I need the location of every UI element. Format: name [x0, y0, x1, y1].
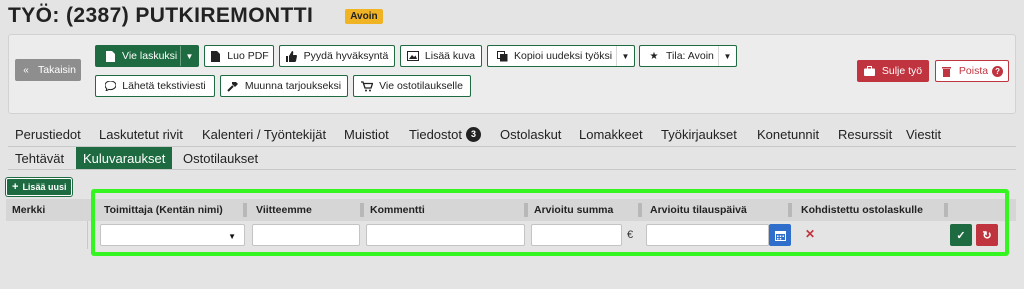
- merkki-column-cell: [6, 221, 88, 249]
- double-chevron-left-icon: «: [23, 64, 29, 76]
- star-icon: ★: [649, 50, 659, 62]
- tab-lomakkeet[interactable]: Lomakkeet: [572, 123, 650, 145]
- back-button[interactable]: « Takaisin: [15, 59, 81, 81]
- file-icon: [104, 50, 116, 62]
- add-new-button[interactable]: + Lisää uusi: [6, 178, 73, 196]
- cart-icon: [361, 80, 374, 92]
- help-icon: ?: [992, 65, 1004, 77]
- plus-icon: +: [12, 181, 19, 193]
- tab-tyokirjaukset[interactable]: Työkirjaukset: [654, 123, 744, 145]
- status-badge: Avoin: [345, 8, 383, 24]
- create-pdf-button[interactable]: Luo PDF: [204, 45, 274, 67]
- tab-kalenteri-tyontekijat[interactable]: Kalenteri / Työntekijät: [195, 123, 333, 145]
- tab-tehtavat[interactable]: Tehtävät: [8, 147, 71, 169]
- image-icon: [406, 50, 419, 62]
- tab-ostotilaukset[interactable]: Ostotilaukset: [176, 147, 265, 169]
- tab-laskutetut-rivit[interactable]: Laskutetut rivit: [92, 123, 190, 145]
- add-image-button[interactable]: Lisää kuva: [400, 45, 482, 67]
- copy-icon: [496, 50, 508, 62]
- file-icon: [209, 50, 221, 62]
- tab-resurssit[interactable]: Resurssit: [831, 123, 899, 145]
- export-invoice-button[interactable]: Vie laskuksi ▼: [95, 45, 199, 67]
- briefcase-icon: [864, 65, 876, 77]
- highlight-frame: [91, 189, 1009, 256]
- tab-tiedostot[interactable]: Tiedostot 3: [402, 123, 488, 145]
- convert-offer-button[interactable]: Muunna tarjoukseksi: [220, 75, 348, 97]
- close-job-button[interactable]: Sulje työ: [857, 60, 929, 82]
- tab-kuluvaraukset[interactable]: Kuluvaraukset: [76, 147, 173, 169]
- chat-icon: [104, 80, 116, 92]
- delete-button[interactable]: Poista ?: [935, 60, 1009, 82]
- tab-viestit[interactable]: Viestit: [899, 123, 948, 145]
- send-sms-button[interactable]: Lähetä tekstiviesti: [95, 75, 215, 97]
- column-header-merkki: Merkki: [12, 204, 46, 216]
- tab-ostolaskut[interactable]: Ostolaskut: [493, 123, 568, 145]
- thumbs-up-icon: [286, 50, 298, 62]
- state-dropdown-button[interactable]: ★ Tila: Avoin ▼: [639, 45, 737, 67]
- tab-konetunnit[interactable]: Konetunnit: [750, 123, 826, 145]
- export-purchase-order-button[interactable]: Vie ostotilaukselle: [353, 75, 471, 97]
- tab-perustiedot[interactable]: Perustiedot: [8, 123, 88, 145]
- chevron-down-icon[interactable]: ▼: [718, 46, 736, 66]
- action-toolbar: « Takaisin Vie laskuksi ▼ Luo PDF Pyydä …: [8, 34, 1016, 114]
- tab-muistiot[interactable]: Muistiot: [337, 123, 396, 145]
- page-header: TYÖ: (2387) PUTKIREMONTTI Avoin: [8, 4, 383, 28]
- request-approval-button[interactable]: Pyydä hyväksyntä: [279, 45, 395, 67]
- page-title: TYÖ: (2387) PUTKIREMONTTI: [8, 4, 314, 27]
- copy-new-job-button[interactable]: Kopioi uudeksi työksi ▼: [487, 45, 635, 67]
- hammer-icon: [227, 80, 239, 92]
- file-count-badge: 3: [466, 126, 481, 142]
- chevron-down-icon[interactable]: ▼: [616, 46, 634, 66]
- tab-divider: [8, 169, 1016, 170]
- trash-icon: [941, 65, 953, 77]
- chevron-down-icon[interactable]: ▼: [180, 46, 198, 66]
